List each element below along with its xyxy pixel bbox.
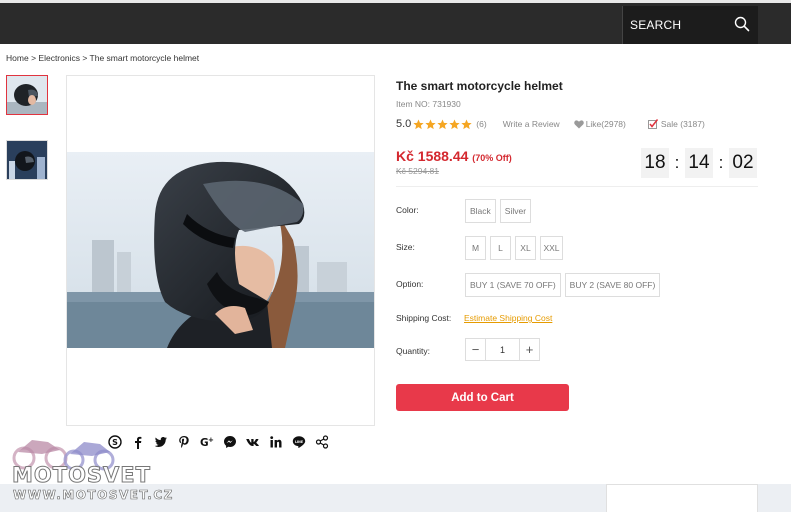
quantity-label: Quantity:	[396, 346, 431, 356]
shipping-cost-label: Shipping Cost:	[396, 313, 452, 323]
quantity-stepper: − 1 +	[465, 338, 540, 361]
option-label: Option:	[396, 279, 424, 289]
product-title: The smart motorcycle helmet	[396, 79, 563, 93]
motorcycle-helmet-photo	[67, 152, 374, 348]
bottom-sidebar-box	[606, 484, 758, 512]
divider	[396, 186, 758, 187]
review-count[interactable]: (6)	[476, 119, 486, 129]
bundle-options: BUY 1 (SAVE 70 OFF) BUY 2 (SAVE 80 OFF)	[465, 273, 661, 297]
twitter-icon[interactable]	[154, 435, 168, 449]
option-buy-2[interactable]: BUY 2 (SAVE 80 OFF)	[564, 273, 661, 297]
pinterest-icon[interactable]	[177, 435, 191, 449]
google-plus-icon[interactable]: G +	[200, 435, 214, 449]
heart-icon	[573, 119, 584, 128]
linkedin-icon[interactable]	[269, 435, 283, 449]
line-icon[interactable]: LINE	[292, 435, 306, 449]
color-option-silver[interactable]: Silver	[499, 199, 532, 223]
size-option-xl[interactable]: XL	[515, 236, 536, 260]
add-to-cart-button[interactable]: Add to Cart	[396, 384, 569, 411]
vk-icon[interactable]	[246, 435, 260, 449]
breadcrumb-home-link[interactable]: Home	[6, 53, 29, 63]
breadcrumb-separator: >	[82, 53, 88, 63]
discount-badge: (70% Off)	[472, 153, 512, 163]
estimate-shipping-link[interactable]: Estimate Shipping Cost	[464, 313, 552, 323]
like-button[interactable]: Like(2978)	[573, 119, 626, 129]
size-option-xxl[interactable]: XXL	[540, 236, 563, 260]
star-icon	[413, 118, 424, 129]
star-icon	[425, 118, 436, 129]
svg-text:+: +	[208, 436, 214, 444]
quantity-increase-button[interactable]: +	[519, 339, 539, 360]
svg-text:LINE: LINE	[295, 440, 303, 444]
breadcrumb-current: The smart motorcycle helmet	[89, 53, 200, 63]
countdown-hours: 18	[641, 148, 669, 178]
countdown-seconds: 02	[729, 148, 757, 178]
size-option-m[interactable]: M	[465, 236, 486, 260]
size-options: M L XL XXL	[465, 236, 563, 260]
star-rating	[413, 118, 472, 130]
write-review-link[interactable]: Write a Review	[503, 119, 560, 129]
quantity-input[interactable]: 1	[486, 339, 519, 360]
search-label: SEARCH	[630, 18, 682, 32]
size-option-l[interactable]: L	[490, 236, 511, 260]
item-number: Item NO: 731930	[396, 99, 461, 109]
top-navigation-bar: SEARCH	[0, 0, 791, 44]
color-label: Color:	[396, 205, 419, 215]
star-icon	[449, 118, 460, 129]
original-price: Kč 5294.81	[396, 166, 440, 176]
countdown-timer: 18 : 14 : 02	[641, 148, 757, 178]
star-icon	[461, 118, 472, 129]
helmet-city-night-thumbnail[interactable]	[6, 140, 48, 180]
star-icon	[437, 118, 448, 129]
sale-label: Sale (3187)	[660, 119, 705, 129]
search-box[interactable]: SEARCH	[622, 6, 758, 44]
countdown-separator: :	[718, 153, 724, 172]
price: Kč 1588.44 (70% Off)	[396, 148, 512, 164]
checkbox-checked-icon	[647, 119, 658, 129]
watermark-logo-text: MOTOSVET	[12, 463, 151, 488]
breadcrumb-separator: >	[31, 53, 37, 63]
helmet-woman-thumbnail[interactable]	[6, 75, 48, 115]
sale-count: Sale (3187)	[647, 119, 705, 129]
countdown-minutes: 14	[685, 148, 713, 178]
color-option-black[interactable]: Black	[465, 199, 496, 223]
size-label: Size:	[396, 242, 415, 252]
like-count: Like(2978)	[585, 119, 626, 129]
share-icon[interactable]	[315, 435, 329, 449]
breadcrumb-electronics-link[interactable]: Electronics	[38, 53, 80, 63]
watermark-url: WWW.MOTOSVET.CZ	[13, 488, 174, 503]
facebook-icon[interactable]	[131, 435, 145, 449]
messenger-icon[interactable]	[223, 435, 237, 449]
color-options: Black Silver	[465, 199, 532, 223]
rating-value: 5.0	[396, 118, 412, 130]
quantity-decrease-button[interactable]: −	[466, 339, 486, 360]
rating-row: 5.0 (6) Write a Review Like(2978) Sale (…	[396, 116, 705, 132]
social-share-bar: S G + LINE	[108, 432, 329, 452]
option-buy-1[interactable]: BUY 1 (SAVE 70 OFF)	[465, 273, 561, 297]
countdown-separator: :	[674, 153, 680, 172]
search-icon[interactable]	[734, 16, 750, 32]
current-price: Kč 1588.44	[396, 148, 469, 164]
breadcrumb: Home > Electronics > The smart motorcycl…	[6, 53, 199, 63]
